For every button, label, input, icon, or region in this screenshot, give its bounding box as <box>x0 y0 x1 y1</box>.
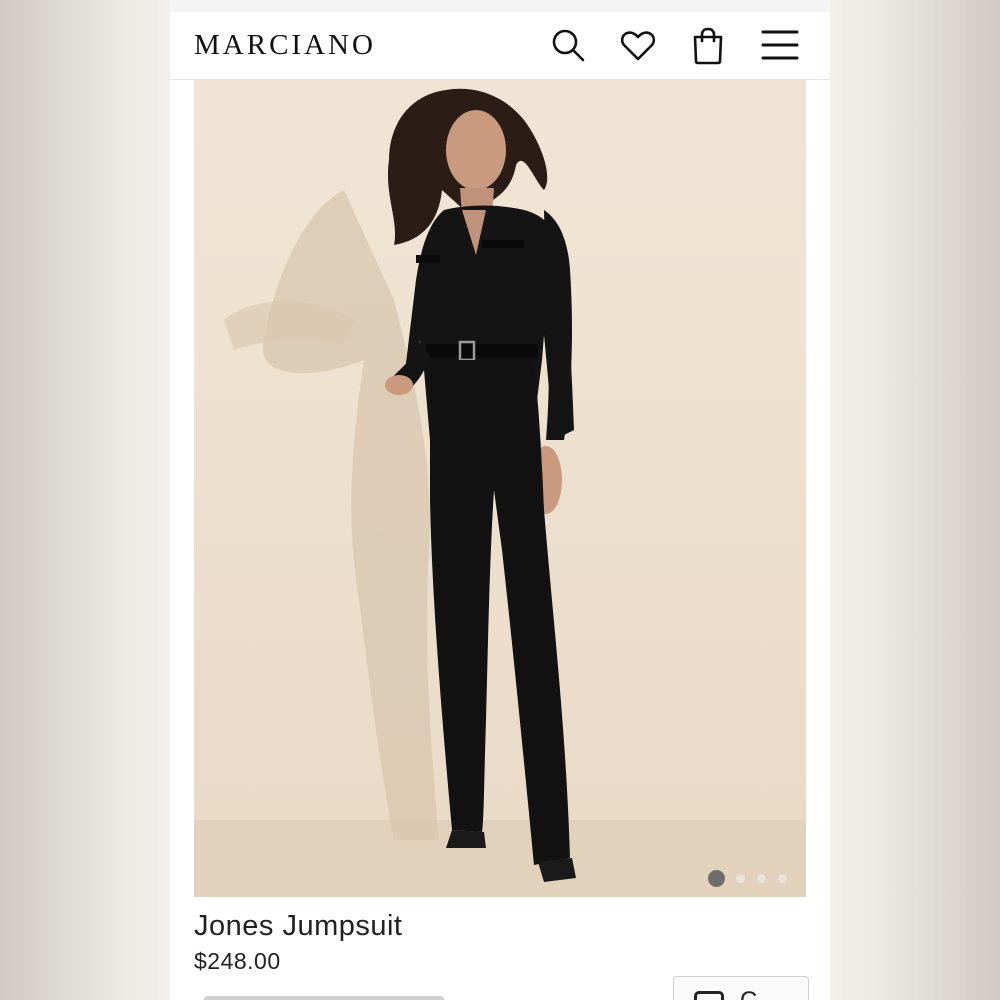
product-price: $248.00 <box>194 948 281 974</box>
site-header: MARCIANO <box>170 12 830 80</box>
shopping-bag-icon[interactable] <box>688 26 728 66</box>
search-icon[interactable] <box>548 26 588 66</box>
brand-logo[interactable]: MARCIANO <box>194 29 376 62</box>
compare-button[interactable]: C <box>673 976 809 1000</box>
compare-icon <box>694 991 724 1000</box>
carousel-dot-1[interactable] <box>708 870 725 887</box>
mobile-page: MARCIANO Jones Jumpsuit $248.00 <box>170 0 830 1000</box>
heart-icon[interactable] <box>618 26 658 66</box>
carousel-dot-2[interactable] <box>735 873 746 884</box>
carousel-dot-4[interactable] <box>777 873 788 884</box>
action-label: C <box>740 987 757 1000</box>
carousel-dot-3[interactable] <box>756 873 767 884</box>
product-image-carousel[interactable] <box>194 80 806 897</box>
hamburger-menu-icon[interactable] <box>760 26 800 66</box>
product-name: Jones Jumpsuit <box>194 910 403 942</box>
product-photo <box>194 80 806 897</box>
color-swatch-bar[interactable] <box>204 996 444 1000</box>
carousel-pagination <box>708 870 788 887</box>
